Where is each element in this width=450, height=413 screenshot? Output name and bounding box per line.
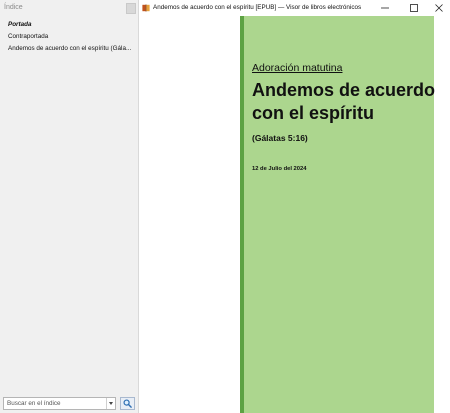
toc-search-input[interactable] <box>3 397 116 410</box>
toc-list: Portada Contraportada Andemos de acuerdo… <box>8 19 137 55</box>
minimize-icon <box>381 7 389 9</box>
toc-search <box>3 397 137 411</box>
toc-item-contraportada[interactable]: Contraportada <box>8 31 137 43</box>
document-view[interactable]: Adoración matutina Andemos de acuerdo co… <box>139 16 450 413</box>
maximize-button[interactable] <box>404 1 424 15</box>
book-icon <box>142 4 150 12</box>
page-reference: (Gálatas 5:16) <box>252 133 308 143</box>
ebook-viewer-window: Índice Portada Contraportada Andemos de … <box>0 0 450 413</box>
search-icon <box>123 399 132 408</box>
close-icon <box>435 4 443 12</box>
minimize-button[interactable] <box>375 1 395 15</box>
sidebar-collapse-button[interactable] <box>126 3 136 14</box>
page-subtitle: Adoración matutina <box>252 62 343 74</box>
maximize-icon <box>410 4 418 12</box>
chevron-down-icon <box>109 402 113 405</box>
window-title: Andemos de acuerdo con el espíritu [EPUB… <box>153 4 362 11</box>
toc-item-chapter[interactable]: Andemos de acuerdo con el espíritu (Gála… <box>8 43 137 55</box>
search-button[interactable] <box>120 397 135 410</box>
page-title: Andemos de acuerdo con el espíritu <box>252 80 436 123</box>
close-button[interactable] <box>429 1 449 15</box>
page-date: 12 de Julio del 2024 <box>252 166 307 172</box>
toc-item-portada[interactable]: Portada <box>8 19 137 31</box>
sidebar-header: Índice <box>3 3 136 16</box>
sidebar-title: Índice <box>4 4 23 11</box>
title-bar: Andemos de acuerdo con el espíritu [EPUB… <box>139 0 450 16</box>
search-history-dropdown[interactable] <box>106 398 115 409</box>
toc-sidebar: Índice Portada Contraportada Andemos de … <box>0 0 139 413</box>
book-page: Adoración matutina Andemos de acuerdo co… <box>240 16 435 413</box>
